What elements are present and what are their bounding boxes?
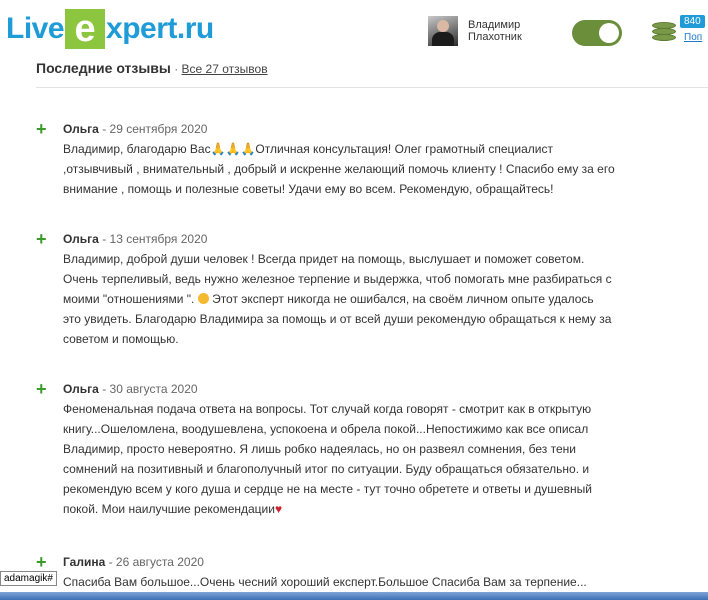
review-text: Феноменальная подача ответа на вопросы. … xyxy=(63,399,708,519)
review-line-tail: Этот эксперт никогда не ошибался, на сво… xyxy=(208,292,594,306)
review-line: советом и помощью. xyxy=(63,332,179,346)
coins-icon[interactable] xyxy=(652,22,678,44)
divider xyxy=(36,87,708,88)
review-line-text: покой. Мои наилучшие рекомендации xyxy=(63,502,275,516)
section-title-text: Последние отзывы xyxy=(36,60,171,76)
review-header: Ольга - 29 сентября 2020 xyxy=(63,122,207,136)
review-line: внимание , помощь и полезные советы! Уда… xyxy=(63,182,554,196)
review-date: - 30 августа 2020 xyxy=(98,382,198,396)
review-line: Спасиба Вам большое...Очень чесний хорош… xyxy=(63,575,587,589)
title-separator: · xyxy=(170,62,182,76)
review-line: Владимир, просто невероятно. Я лишь робк… xyxy=(63,442,576,456)
review-date: - 29 сентября 2020 xyxy=(98,122,208,136)
site-logo[interactable]: Live e xpert.ru xyxy=(6,6,214,52)
review-line: Владимир, благодарю Вас🙏🙏🙏Отличная консу… xyxy=(63,142,553,156)
laughing-emoji-icon xyxy=(197,293,209,304)
plus-icon: + xyxy=(36,552,47,572)
os-taskbar xyxy=(0,592,708,600)
site-header: Live e xpert.ru Владимир Плахотник 840 П… xyxy=(0,0,708,58)
review-date: - 13 сентября 2020 xyxy=(98,232,208,246)
review-header: Ольга - 30 августа 2020 xyxy=(63,382,198,396)
logo-e-mark: e xyxy=(65,9,106,49)
review-author: Ольга xyxy=(63,382,99,396)
review-line-start: моими "отношениями ". xyxy=(63,292,195,306)
review-line: рекомендую всем у кого душа и сердце не … xyxy=(63,482,592,496)
review-line: моими "отношениями ". Этот эксперт никог… xyxy=(63,289,708,309)
heart-icon: ♥ xyxy=(274,502,283,516)
user-first-name: Владимир xyxy=(468,19,521,31)
review-line: это увидеть. Благодарю Владимира за помо… xyxy=(63,312,612,326)
review-text: Владимир, благодарю Вас🙏🙏🙏Отличная консу… xyxy=(63,139,708,199)
review-header: Ольга - 13 сентября 2020 xyxy=(63,232,207,246)
review-line: Очень терпеливый, ведь нужно железное те… xyxy=(63,272,612,286)
all-reviews-link[interactable]: Все 27 отзывов xyxy=(182,62,268,76)
review-line: сомнений на позитивный и благополучный и… xyxy=(63,462,590,476)
review-line: покой. Мои наилучшие рекомендации♥ xyxy=(63,499,708,519)
review-header: Галина - 26 августа 2020 xyxy=(63,555,204,569)
avatar[interactable] xyxy=(428,16,458,46)
balance-badge: 840 xyxy=(680,15,705,28)
plus-icon: + xyxy=(36,119,47,139)
review-text: Владимир, доброй души человек ! Всегда п… xyxy=(63,249,708,349)
plus-icon: + xyxy=(36,229,47,249)
logo-live-text: Live xyxy=(6,12,65,45)
top-up-link[interactable]: Поп xyxy=(684,32,702,43)
review-line: ,отзывчивый , внимательный , добрый и ис… xyxy=(63,162,615,176)
review-date: - 26 августа 2020 xyxy=(105,555,204,569)
online-status-toggle[interactable] xyxy=(572,20,622,46)
review-text: Спасиба Вам большое...Очень чесний хорош… xyxy=(63,572,708,592)
user-profile[interactable]: Владимир Плахотник xyxy=(428,16,522,46)
logo-domain-text: xpert.ru xyxy=(106,12,214,45)
status-tooltip: adamagik# xyxy=(0,571,57,586)
review-line: книгу...Ошеломлена, воодушевлена, успоко… xyxy=(63,422,589,436)
toggle-knob xyxy=(599,23,619,43)
section-title: Последние отзывы · Все 27 отзывов xyxy=(36,60,268,76)
plus-icon: + xyxy=(36,379,47,399)
review-line: Владимир, доброй души человек ! Всегда п… xyxy=(63,252,585,266)
review-author: Ольга xyxy=(63,232,99,246)
user-name[interactable]: Владимир Плахотник xyxy=(468,19,522,43)
review-author: Галина xyxy=(63,555,106,569)
user-last-name: Плахотник xyxy=(468,31,522,43)
review-author: Ольга xyxy=(63,122,99,136)
review-line: Феноменальная подача ответа на вопросы. … xyxy=(63,402,592,416)
